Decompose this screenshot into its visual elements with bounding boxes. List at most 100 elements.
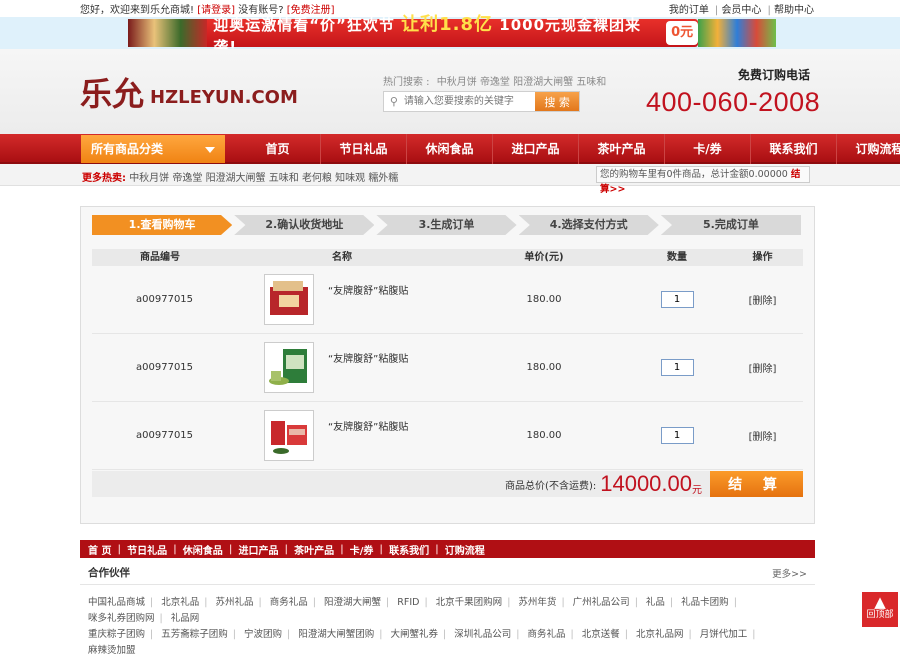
footer-nav-item[interactable]: 订购流程 (445, 542, 485, 557)
partner-link[interactable]: 北京礼品网 (636, 629, 684, 640)
partner-link[interactable]: 苏州礼品 (216, 597, 254, 608)
footer-nav-item[interactable]: 进口产品 (238, 542, 278, 557)
footer-nav-item[interactable]: 休闲食品 (183, 542, 223, 557)
nav-item-home[interactable]: 首页 (235, 134, 321, 164)
partner-link[interactable]: RFID (397, 597, 419, 608)
partner-link[interactable]: 礼品网 (171, 613, 200, 624)
quantity-input[interactable] (660, 427, 694, 444)
separator: | (435, 543, 439, 555)
separator: | (714, 5, 719, 16)
partner-link[interactable]: 中国礼品商城 (88, 597, 145, 608)
partner-link[interactable]: 五芳斋粽子团购 (161, 629, 228, 640)
hot-sale-label: 更多热卖: (82, 173, 126, 184)
search-icon: ⚲ (389, 95, 398, 108)
qty-cell (632, 291, 722, 308)
search-button[interactable]: 搜 索 (535, 92, 579, 111)
help-center-link[interactable]: 帮助中心 (774, 5, 814, 16)
footer-nav-item[interactable]: 节日礼品 (127, 542, 167, 557)
product-code: a00977015 (136, 430, 194, 441)
partner-link[interactable]: 咪多礼券团购网 (88, 613, 155, 624)
hot-sale-list: 更多热卖: 中秋月饼 帝逸堂 阳澄湖大闸蟹 五味和 老何粮 知味观 糯外糯 (82, 169, 398, 184)
quantity-input[interactable] (660, 291, 694, 308)
member-center-link[interactable]: 会员中心 (721, 5, 761, 16)
header-code: 商品编号 (140, 252, 180, 263)
footer: 首 页 | 节日礼品 | 休闲食品 | 进口产品 | 茶叶产品 | 卡/券 | 联系我们 | … (80, 540, 815, 659)
top-links: 我的订单 | 会员中心 | 帮助中心 (669, 1, 814, 16)
chevron-down-icon (205, 147, 215, 153)
separator: | (284, 543, 289, 555)
partner-link[interactable]: 广州礼品公司 (573, 597, 630, 608)
nav-item-holiday-gifts[interactable]: 节日礼品 (321, 134, 407, 164)
partner-link[interactable]: 苏州年货 (518, 597, 556, 608)
product-name[interactable]: “友牌腹舒”粘腹贴 (328, 282, 408, 297)
footer-nav-item[interactable]: 茶叶产品 (294, 542, 334, 557)
header-price: 单价(元) (524, 252, 564, 263)
nav-item-snacks[interactable]: 休闲食品 (407, 134, 493, 164)
partner-link[interactable]: 阳澄湖大闸蟹团购 (298, 629, 374, 640)
nav-item-contact[interactable]: 联系我们 (751, 134, 837, 164)
partner-link[interactable]: 北京送餐 (582, 629, 620, 640)
more-partners-link[interactable]: 更多>> (772, 566, 807, 580)
back-to-top-button[interactable]: ▲ 回顶部 (862, 592, 898, 627)
partner-link[interactable]: 北京礼品 (161, 597, 199, 608)
separator: | (379, 543, 384, 555)
hot-term[interactable]: 帝逸堂 (480, 77, 510, 88)
hot-term[interactable]: 中秋月饼 (437, 77, 477, 88)
product-name[interactable]: “友牌腹舒”粘腹贴 (328, 350, 408, 365)
partner-link[interactable]: 重庆粽子团购 (88, 629, 145, 640)
hot-sale-term[interactable]: 老何粮 (302, 173, 332, 184)
promo-strip[interactable]: 迎奥运激情看“价”狂欢节 让利1.8亿 1000元现金裸团来袭! 0元 (128, 14, 698, 56)
partner-link[interactable]: 深圳礼品公司 (454, 629, 511, 640)
checkout-steps: 1.查看购物车 2.确认收货地址 3.生成订单 4.选择支付方式 5.完成订单 (92, 215, 803, 235)
nav-item-tea[interactable]: 茶叶产品 (579, 134, 665, 164)
product-price: 180.00 (526, 362, 562, 373)
partner-link[interactable]: 麻辣烫加盟 (88, 645, 136, 656)
partner-link[interactable]: 礼品卡团购 (681, 597, 729, 608)
footer-nav-item[interactable]: 联系我们 (389, 542, 429, 557)
footer-nav-item[interactable]: 首 页 (88, 542, 111, 557)
nav-item-cards[interactable]: 卡/券 (665, 134, 751, 164)
mini-cart-summary: 您的购物车里有0件商品，总计金额0.00000 结算>> (596, 166, 810, 195)
delete-link[interactable]: [删除] (722, 292, 803, 307)
hot-sale-term[interactable]: 帝逸堂 (172, 173, 202, 184)
partner-link[interactable]: 阳澄湖大闸蟹 (324, 597, 381, 608)
total-label: 商品总价(不含运费): (505, 480, 597, 492)
partner-link[interactable]: 大闸蟹礼券 (391, 629, 439, 640)
hot-sale-term[interactable]: 糯外糯 (368, 173, 398, 184)
quantity-input[interactable] (660, 359, 694, 376)
partner-link[interactable]: 月饼代加工 (700, 629, 748, 640)
product-name[interactable]: “友牌腹舒”粘腹贴 (328, 418, 408, 433)
delete-link[interactable]: [删除] (722, 360, 803, 375)
site-logo[interactable]: 乐允 HZLEYUN.COM (80, 77, 298, 111)
nav-item-imports[interactable]: 进口产品 (493, 134, 579, 164)
my-orders-link[interactable]: 我的订单 (669, 5, 709, 16)
search-input[interactable] (403, 92, 536, 111)
product-image[interactable] (264, 409, 314, 461)
hot-sale-term[interactable]: 五味和 (269, 173, 299, 184)
partner-link[interactable]: 商务礼品 (528, 629, 566, 640)
product-image[interactable] (264, 341, 314, 393)
delete-link[interactable]: [删除] (722, 428, 803, 443)
promo-banner[interactable]: 迎奥运激情看“价”狂欢节 让利1.8亿 1000元现金裸团来袭! 0元 (0, 14, 900, 56)
partner-link[interactable]: 北京千果团购网 (436, 597, 503, 608)
qty-cell (632, 359, 722, 376)
step-generate-order: 3.生成订单 (376, 215, 517, 235)
all-categories-dropdown[interactable]: 所有商品分类 (81, 135, 225, 163)
footer-nav-item[interactable]: 卡/券 (350, 542, 374, 557)
hot-sale-term[interactable]: 中秋月饼 (129, 173, 169, 184)
partner-link[interactable]: 礼品 (646, 597, 665, 608)
separator: | (340, 543, 344, 555)
step-confirm-address: 2.确认收货地址 (234, 215, 375, 235)
hot-sale-term[interactable]: 知味观 (335, 173, 365, 184)
step-complete-order: 5.完成订单 (660, 215, 802, 235)
partner-link[interactable]: 商务礼品 (270, 597, 308, 608)
hot-term[interactable]: 五味和 (576, 77, 606, 88)
product-image[interactable] (264, 273, 314, 325)
header-qty: 数量 (667, 252, 687, 263)
partner-links: 中国礼品商城 | 北京礼品 | 苏州礼品 | 商务礼品 | 阳澄湖大闸蟹 | RFID | … (88, 597, 756, 656)
hot-sale-term[interactable]: 阳澄湖大闸蟹 (206, 173, 266, 184)
hot-term[interactable]: 阳澄湖大闸蟹 (513, 77, 573, 88)
partner-link[interactable]: 宁波团购 (244, 629, 282, 640)
checkout-button[interactable]: 结 算 (710, 471, 803, 497)
nav-item-order-process[interactable]: 订购流程 (837, 134, 900, 164)
